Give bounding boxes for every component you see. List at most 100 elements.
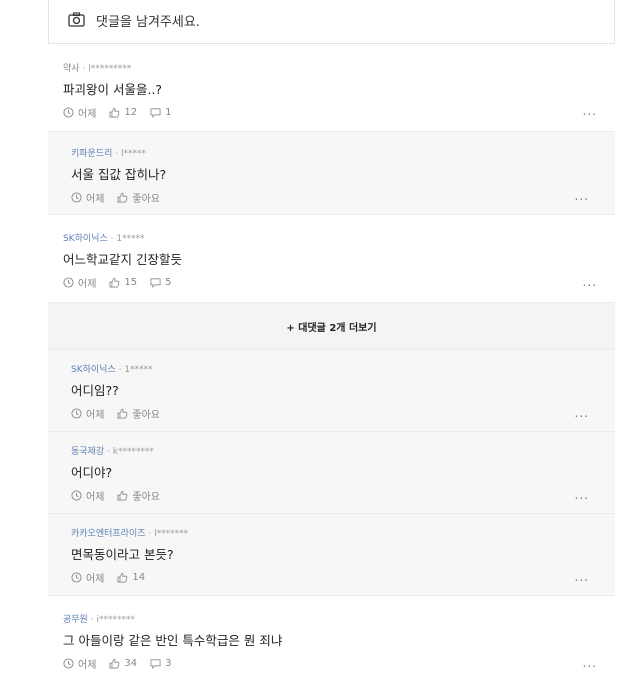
like-count: 14 [132, 572, 146, 583]
thumbs-up-icon [109, 107, 120, 118]
reply-button[interactable]: 1 [150, 107, 172, 118]
like-button[interactable]: 좋아요 [117, 406, 160, 421]
meta-separator: · [90, 615, 94, 625]
clock-icon [71, 192, 82, 203]
comment-time: 어제 [71, 406, 104, 421]
comment-meta: 공무원 · i******** [63, 612, 135, 625]
comment-time: 어제 [63, 275, 96, 290]
thumbs-up-icon [109, 277, 120, 288]
comment-actions: 어제 14 [71, 570, 158, 585]
comment-meta: 동국제강 · k******** [71, 444, 154, 457]
thumbs-up-icon [117, 572, 128, 583]
comment-nickname[interactable]: 동국제강 [71, 447, 104, 457]
comment-input-placeholder[interactable]: 댓글을 남겨주세요. [96, 11, 200, 30]
meta-separator: · [148, 529, 152, 539]
comment-actions: 어제 34 3 [63, 656, 185, 671]
meta-separator: · [107, 447, 110, 457]
comment-meta: 카카오엔터프라이즈 · l******* [71, 526, 188, 539]
meta-separator: · [82, 64, 86, 74]
reply-item: 카카오엔터프라이즈 · l******* 면목동이라고 본듯? 어제 14 ..… [48, 514, 615, 596]
comment-text: 그 아들이랑 같은 반인 특수학급은 뭔 죄냐 [63, 633, 283, 648]
speech-bubble-icon [150, 278, 161, 288]
reply-item: 키파운드리 · l***** 서울 집값 잡히나? 어제 좋아요 ... [48, 132, 615, 215]
comment-meta: SK하이닉스 · 1***** [63, 231, 145, 244]
comment-nickname[interactable]: SK하이닉스 [71, 365, 116, 375]
reply-item: SK하이닉스 · 1***** 어디임?? 어제 좋아요 ... [48, 350, 615, 432]
thumbs-up-icon [117, 408, 128, 419]
comment-user-id: l********* [88, 64, 132, 74]
more-replies-button[interactable]: + 대댓글 2개 더보기 [48, 303, 615, 350]
like-count: 좋아요 [132, 194, 161, 205]
comment-text: 파괴왕이 서울을..? [63, 82, 163, 97]
comment-nickname[interactable]: 카카오엔터프라이즈 [71, 529, 146, 539]
like-button[interactable]: 15 [109, 277, 137, 288]
comment-user-id: 1***** [116, 234, 145, 244]
like-button[interactable]: 14 [117, 572, 145, 583]
reply-button[interactable]: 3 [150, 658, 172, 669]
like-count: 좋아요 [132, 410, 161, 421]
more-options-button[interactable]: ... [583, 656, 597, 670]
more-options-button[interactable]: ... [575, 189, 589, 203]
clock-icon [71, 572, 82, 583]
comment-text: 면목동이라고 본듯? [71, 547, 174, 562]
more-options-button[interactable]: ... [583, 104, 597, 118]
meta-separator: · [110, 234, 114, 244]
more-options-button[interactable]: ... [575, 488, 589, 502]
like-button[interactable]: 12 [109, 107, 137, 118]
comment-meta: 키파운드리 · l***** [71, 146, 146, 159]
comment-meta: SK하이닉스 · 1***** [71, 362, 153, 375]
more-options-button[interactable]: ... [575, 570, 589, 584]
comment-nickname[interactable]: 약사 [63, 64, 80, 74]
more-options-button[interactable]: ... [575, 406, 589, 420]
like-button[interactable]: 34 [109, 658, 137, 669]
comment-nickname[interactable]: 키파운드리 [71, 149, 112, 159]
clock-icon [63, 658, 74, 669]
comment-meta: 약사 · l********* [63, 61, 131, 74]
comment-text: 서울 집값 잡히나? [71, 167, 167, 182]
comment-nickname[interactable]: 공무원 [63, 615, 88, 625]
comment-user-id: k******** [112, 447, 154, 457]
comment-nickname[interactable]: SK하이닉스 [63, 234, 108, 244]
speech-bubble-icon [150, 659, 161, 669]
like-button[interactable]: 좋아요 [117, 488, 160, 503]
like-count: 34 [124, 658, 138, 669]
comment-user-id: l***** [121, 149, 147, 159]
thumbs-up-icon [109, 658, 120, 669]
camera-icon[interactable] [68, 12, 85, 27]
meta-separator: · [115, 149, 119, 159]
comment-text: 어디임?? [71, 383, 119, 398]
comment-text: 어디야? [71, 465, 113, 480]
comment-item: SK하이닉스 · 1***** 어느학교같지 긴장할듯 어제 15 5 ... [48, 215, 615, 303]
comment-time: 어제 [63, 656, 96, 671]
comment-actions: 어제 좋아요 [71, 488, 173, 503]
comment-section: 댓글을 남겨주세요. 약사 · l********* 파괴왕이 서울을..? 어… [48, 0, 615, 676]
speech-bubble-icon [150, 108, 161, 118]
comment-time: 어제 [71, 190, 104, 205]
clock-icon [63, 277, 74, 288]
reply-count: 3 [165, 658, 172, 669]
comment-actions: 어제 12 1 [63, 105, 185, 120]
reply-count: 5 [165, 277, 172, 288]
like-count: 15 [124, 277, 138, 288]
comment-item: 공무원 · i******** 그 아들이랑 같은 반인 특수학급은 뭔 죄냐 … [48, 596, 615, 676]
reply-count: 1 [165, 107, 172, 118]
comment-text: 어느학교같지 긴장할듯 [63, 252, 182, 267]
comment-time: 어제 [71, 488, 104, 503]
meta-separator: · [118, 365, 122, 375]
clock-icon [71, 408, 82, 419]
comment-actions: 어제 15 5 [63, 275, 185, 290]
more-options-button[interactable]: ... [583, 275, 597, 289]
reply-item: 동국제강 · k******** 어디야? 어제 좋아요 ... [48, 432, 615, 514]
comment-user-id: l******* [154, 529, 189, 539]
comment-time: 어제 [63, 105, 96, 120]
comment-actions: 어제 좋아요 [71, 406, 173, 421]
comment-time: 어제 [71, 570, 104, 585]
thumbs-up-icon [117, 192, 128, 203]
thumbs-up-icon [117, 490, 128, 501]
reply-button[interactable]: 5 [150, 277, 172, 288]
clock-icon [71, 490, 82, 501]
like-button[interactable]: 좋아요 [117, 190, 160, 205]
more-replies-label[interactable]: + 대댓글 2개 더보기 [286, 319, 376, 334]
like-count: 12 [124, 107, 138, 118]
comment-input-box[interactable]: 댓글을 남겨주세요. [48, 0, 615, 44]
